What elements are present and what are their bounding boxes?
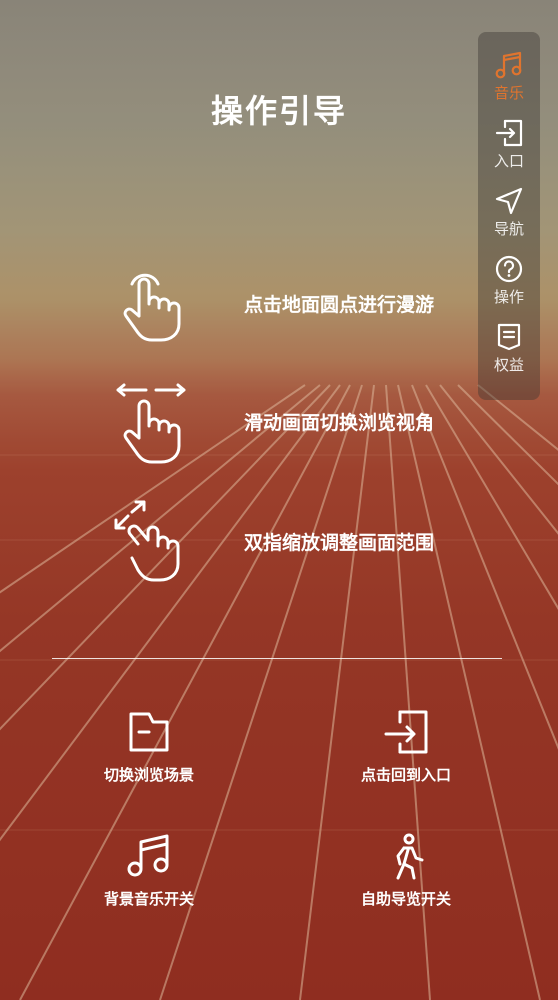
sidebar-item-benefits[interactable]: 权益 <box>478 322 540 388</box>
walking-person-icon <box>396 833 424 880</box>
guide-row-tap: 点击地面圆点进行漫游 <box>0 262 558 352</box>
bgm-toggle-button[interactable]: 背景音乐开关 <box>49 832 249 922</box>
swipe-hand-icon <box>116 383 186 464</box>
bgm-toggle-label: 背景音乐开关 <box>103 890 194 908</box>
sidebar-label-music: 音乐 <box>493 84 524 102</box>
music-note-icon <box>495 51 522 79</box>
page-title: 操作引导 <box>210 92 347 130</box>
sidebar-label-operation: 操作 <box>493 288 524 306</box>
folder-icon <box>129 712 169 752</box>
divider <box>52 658 502 659</box>
pinch-zoom-hand-icon <box>114 500 180 582</box>
tap-hand-icon <box>123 273 181 342</box>
guide-text-swipe: 滑动画面切换浏览视角 <box>244 412 435 434</box>
question-icon <box>495 255 523 283</box>
sidebar-item-navigation[interactable]: 导航 <box>478 186 540 252</box>
guide-row-pinch: 双指缩放调整画面范围 <box>0 500 558 590</box>
self-guide-toggle-button[interactable]: 自助导览开关 <box>306 832 506 922</box>
sidebar-label-benefits: 权益 <box>493 356 524 374</box>
music-note-icon <box>127 834 169 877</box>
enter-icon <box>495 119 523 147</box>
guide-text-pinch: 双指缩放调整画面范围 <box>244 532 435 554</box>
switch-scene-label: 切换浏览场景 <box>103 766 194 784</box>
back-to-entrance-button[interactable]: 点击回到入口 <box>306 708 506 798</box>
back-to-entrance-label: 点击回到入口 <box>360 766 451 784</box>
guide-text-tap: 点击地面圆点进行漫游 <box>244 294 435 316</box>
sidebar-label-entrance: 入口 <box>493 152 524 170</box>
bookmark-icon <box>497 323 521 351</box>
sidebar-label-navigation: 导航 <box>493 220 524 238</box>
navigation-arrow-icon <box>495 187 523 215</box>
sidebar-item-music[interactable]: 音乐 <box>478 50 540 116</box>
side-toolbar: 音乐 入口 导航 操作 权益 <box>478 32 540 400</box>
sidebar-item-operation[interactable]: 操作 <box>478 254 540 320</box>
self-guide-toggle-label: 自助导览开关 <box>360 890 451 908</box>
guide-row-swipe: 滑动画面切换浏览视角 <box>0 380 558 470</box>
switch-scene-button[interactable]: 切换浏览场景 <box>49 708 249 798</box>
enter-icon <box>384 710 428 754</box>
sidebar-item-entrance[interactable]: 入口 <box>478 118 540 184</box>
